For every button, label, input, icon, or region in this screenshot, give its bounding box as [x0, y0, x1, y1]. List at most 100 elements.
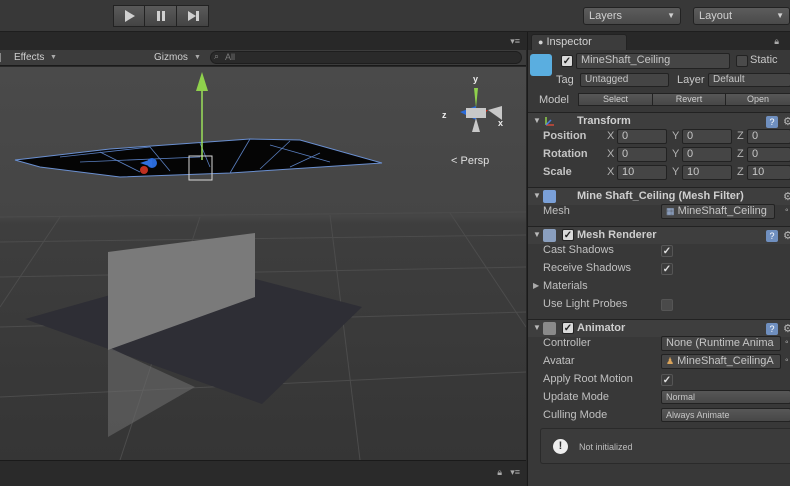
mesh-object-field[interactable]: ▦ MineShaft_Ceiling [661, 204, 775, 219]
scale-y-field[interactable]: 10 [682, 165, 732, 180]
chevron-down-icon[interactable]: ▼ [50, 50, 57, 65]
receive-shadows-checkbox[interactable]: ✓ [661, 263, 673, 275]
position-z-field[interactable]: 0 [747, 129, 790, 144]
step-icon [187, 11, 199, 21]
inspector-panel: ● Inspector 🔒︎ ✓ MineShaft_Ceiling Stati… [527, 32, 790, 486]
foldout-closed-icon[interactable]: ▶ [533, 281, 539, 290]
animator-header[interactable]: ▼ ✓ Animator ? ⚙ [528, 319, 790, 337]
object-picker-icon[interactable]: ◦ [785, 355, 789, 366]
open-button[interactable]: Open [725, 93, 790, 106]
gear-icon[interactable]: ⚙ [783, 229, 790, 242]
lock-icon[interactable]: 🔒︎ [774, 36, 779, 47]
scene-tab-strip: ▾≡ [0, 32, 526, 50]
object-picker-icon[interactable]: ◦ [785, 205, 789, 216]
layers-dropdown[interactable]: Layers ▼ [583, 7, 681, 25]
static-checkbox[interactable] [736, 55, 748, 67]
foldout-open-icon: ▼ [533, 323, 541, 332]
play-button[interactable] [113, 5, 145, 27]
orientation-gizmo[interactable]: y z x [440, 74, 510, 144]
controller-field[interactable]: None (Runtime Anima [661, 336, 781, 351]
object-picker-icon[interactable]: ◦ [785, 337, 789, 348]
y-axis-arrow-icon[interactable] [196, 72, 208, 91]
animator-status-text: Not initialized [579, 442, 633, 452]
culling-mode-dropdown[interactable]: Always Animate [661, 408, 790, 422]
use-light-probes-checkbox[interactable] [661, 299, 673, 311]
materials-label[interactable]: Materials [543, 280, 588, 292]
layer-dropdown[interactable]: Default [708, 73, 790, 87]
position-label: Position [543, 130, 587, 142]
object-name-field[interactable]: MineShaft_Ceiling [576, 53, 730, 69]
x-axis-arrow-icon[interactable] [140, 166, 148, 174]
mesh-renderer-enabled-checkbox[interactable]: ✓ [562, 229, 574, 241]
animator-enabled-checkbox[interactable]: ✓ [562, 322, 574, 334]
scale-label: Scale [543, 166, 572, 178]
play-icon [125, 10, 135, 22]
culling-mode-label: Culling Mode [543, 409, 608, 421]
controller-label: Controller [543, 337, 591, 349]
scale-z-field[interactable]: 10 [747, 165, 790, 180]
lock-icon[interactable]: 🔒︎ [497, 467, 502, 478]
use-light-probes-label: Use Light Probes [543, 298, 628, 310]
gear-icon[interactable]: ⚙ [783, 115, 790, 128]
panel-menu-icon[interactable]: ▾≡ [510, 467, 520, 478]
scene-search-input[interactable]: ⌕ All [210, 51, 522, 64]
help-icon[interactable]: ? [766, 230, 778, 242]
layout-label: Layout [699, 10, 733, 22]
info-icon: ! [553, 439, 568, 454]
scale-y-label: Y [672, 166, 680, 178]
rotation-z-label: Z [737, 148, 744, 160]
revert-button[interactable]: Revert [652, 93, 726, 106]
gizmos-button[interactable]: Gizmos [154, 50, 188, 65]
pause-button[interactable] [145, 5, 177, 27]
gameobject-cube-icon [530, 54, 552, 76]
chevron-down-icon: ▼ [667, 11, 675, 20]
rotation-z-field[interactable]: 0 [747, 147, 790, 162]
apply-root-motion-checkbox[interactable]: ✓ [661, 374, 673, 386]
search-placeholder: All [225, 52, 236, 62]
mesh-renderer-header[interactable]: ▼ ✓ Mesh Renderer ? ⚙ [528, 226, 790, 244]
update-mode-label: Update Mode [543, 391, 610, 403]
cast-shadows-checkbox[interactable]: ✓ [661, 245, 673, 257]
select-button[interactable]: Select [578, 93, 653, 106]
scene-viewport[interactable]: y z x < Persp [0, 67, 526, 460]
gear-icon[interactable]: ⚙ [783, 190, 790, 203]
tab-inspector[interactable]: ● Inspector [531, 34, 627, 50]
panel-menu-icon[interactable]: ▾≡ [510, 36, 520, 47]
scene-toolbar: Effects ▼ Gizmos ▼ ⌕ All [0, 50, 526, 66]
transform-axes-icon [545, 117, 554, 126]
transform-header[interactable]: ▼ Transform ? ⚙ [528, 112, 790, 130]
tag-dropdown[interactable]: Untagged [580, 73, 669, 87]
help-icon[interactable]: ? [766, 116, 778, 128]
playback-controls [113, 5, 209, 27]
position-y-label: Y [672, 130, 680, 142]
persp-icon: < [451, 155, 458, 167]
gizmo-z-label: z [442, 110, 447, 120]
scale-z-label: Z [737, 166, 744, 178]
position-x-field[interactable]: 0 [617, 129, 667, 144]
effects-button[interactable]: Effects [14, 50, 44, 65]
gizmo-x-label: x [498, 118, 504, 128]
mesh-filter-icon [543, 190, 556, 203]
mesh-label: Mesh [543, 205, 570, 217]
scale-x-field[interactable]: 10 [617, 165, 667, 180]
help-icon[interactable]: ? [766, 323, 778, 335]
mesh-filter-header[interactable]: ▼ Mine Shaft_Ceiling (Mesh Filter) ⚙ [528, 187, 790, 205]
layers-label: Layers [589, 10, 623, 22]
avatar-icon: ♟ [666, 356, 675, 366]
avatar-field[interactable]: ♟ MineShaft_CeilingA [661, 354, 781, 369]
update-mode-dropdown[interactable]: Normal [661, 390, 790, 404]
receive-shadows-label: Receive Shadows [543, 262, 632, 274]
step-button[interactable] [177, 5, 209, 27]
active-checkbox[interactable]: ✓ [561, 55, 573, 67]
mesh-value: MineShaft_Ceiling [677, 205, 767, 217]
layout-dropdown[interactable]: Layout ▼ [693, 7, 790, 25]
rotation-x-field[interactable]: 0 [617, 147, 667, 162]
chevron-down-icon[interactable]: ▼ [194, 50, 201, 65]
foldout-open-icon: ▼ [533, 230, 541, 239]
position-y-field[interactable]: 0 [682, 129, 732, 144]
scale-x-label: X [607, 166, 615, 178]
gear-icon[interactable]: ⚙ [783, 322, 790, 335]
rotation-y-field[interactable]: 0 [682, 147, 732, 162]
projection-toggle[interactable]: < Persp [451, 155, 489, 167]
persp-label: Persp [460, 155, 490, 167]
